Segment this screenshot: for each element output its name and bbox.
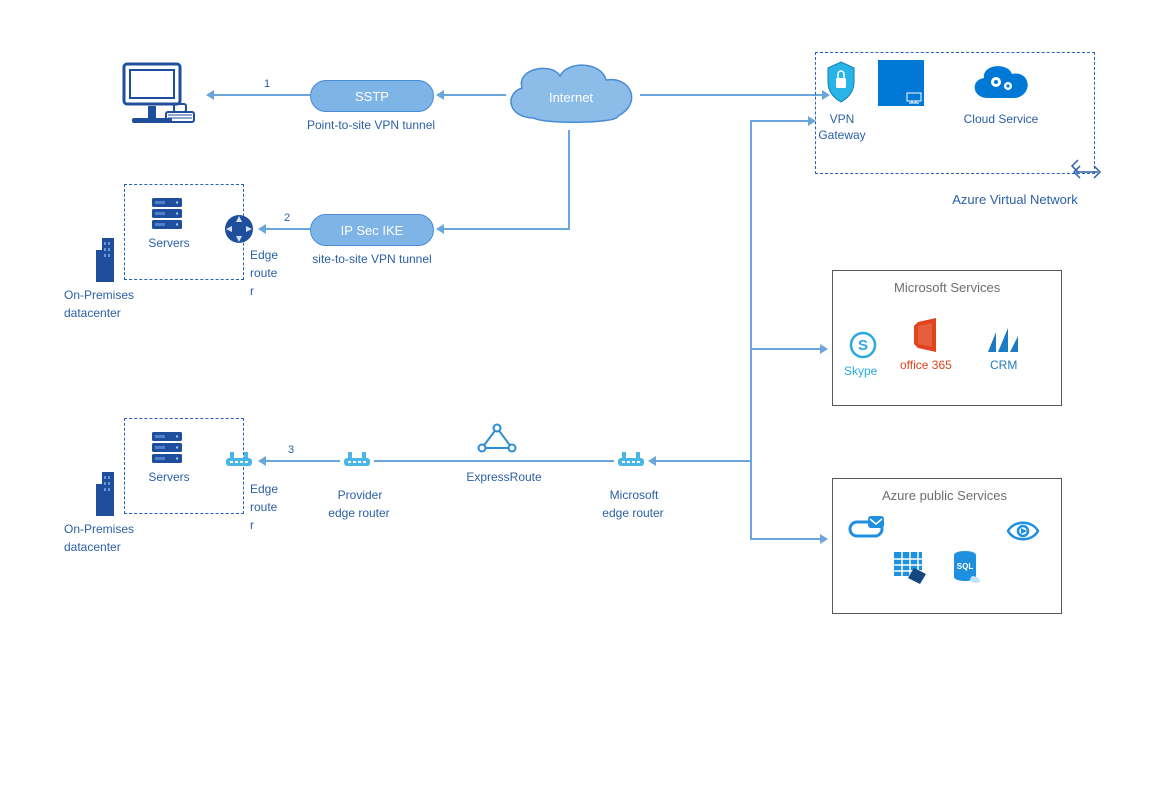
vpn-gateway-label-2: Gateway	[812, 128, 872, 142]
servicebus-icon	[848, 516, 884, 544]
vpn-gateway-icon	[824, 60, 858, 104]
num-3: 3	[288, 444, 294, 456]
edge2-l1: Edge	[250, 482, 278, 496]
edge1-l2: route	[250, 266, 277, 280]
sql-db-icon: SQL	[952, 550, 982, 586]
building-icon-1	[94, 232, 116, 284]
servers-icon-1	[150, 196, 184, 230]
vnet-label: Azure Virtual Network	[930, 192, 1100, 207]
vpn-gateway-label-1: VPN	[826, 112, 858, 126]
onprem2-label-2: datacenter	[64, 540, 121, 554]
servers-icon-2	[150, 430, 184, 464]
expressroute-icon	[478, 424, 516, 454]
ms-router-icon	[616, 452, 646, 470]
num-2: 2	[284, 212, 290, 224]
skype-label: Skype	[844, 364, 877, 378]
edge1-l1: Edge	[250, 248, 278, 262]
edge-router-icon-2	[224, 452, 254, 470]
provider-l2: edge router	[324, 506, 394, 520]
expressroute-label: ExpressRoute	[462, 470, 546, 484]
cloud-service-label: Cloud Service	[958, 112, 1044, 126]
provider-l1: Provider	[332, 488, 388, 502]
provider-router-icon	[342, 452, 372, 470]
cloud-service-icon	[968, 60, 1032, 106]
servers-label-2: Servers	[148, 470, 190, 484]
msrouter-l2: edge router	[596, 506, 670, 520]
diagram-canvas: 1 SSTP Point-to-site VPN tunnel Internet…	[0, 0, 1152, 788]
monitoring-icon	[1006, 520, 1040, 542]
svg-text:Internet: Internet	[549, 90, 593, 105]
ms-services-title: Microsoft Services	[894, 280, 1000, 295]
edge2-l2: route	[250, 500, 277, 514]
ipsec-node: IP Sec IKE	[310, 214, 434, 246]
svg-text:SQL: SQL	[957, 562, 974, 571]
crm-icon	[986, 326, 1020, 354]
internet-cloud: Internet	[498, 58, 644, 141]
onprem2-label-1: On-Premises	[64, 522, 134, 536]
vnet-arrows-icon	[1072, 160, 1102, 184]
sstp-node: SSTP	[310, 80, 434, 112]
servers-label-1: Servers	[148, 236, 190, 250]
azure-public-title: Azure public Services	[882, 488, 1007, 503]
ipsec-sublabel: site-to-site VPN tunnel	[306, 252, 438, 266]
crm-label: CRM	[990, 358, 1017, 372]
onprem1-label-2: datacenter	[64, 306, 121, 320]
ipsec-label: IP Sec IKE	[341, 223, 404, 238]
edge-router-icon-1	[224, 214, 254, 244]
msrouter-l1: Microsoft	[604, 488, 664, 502]
computer-icon	[118, 58, 198, 138]
skype-icon: S	[848, 330, 878, 360]
num-1: 1	[264, 78, 270, 90]
edge1-l3: r	[250, 284, 254, 298]
sstp-sublabel: Point-to-site VPN tunnel	[300, 118, 442, 132]
office-label: office 365	[900, 358, 952, 372]
table-storage-icon	[892, 550, 928, 584]
vm-monitor-icon	[906, 92, 922, 104]
edge2-l3: r	[250, 518, 254, 532]
onprem1-label-1: On-Premises	[64, 288, 134, 302]
office365-icon	[912, 318, 942, 354]
building-icon-2	[94, 466, 116, 518]
sstp-label: SSTP	[355, 89, 389, 104]
svg-text:S: S	[858, 337, 868, 354]
